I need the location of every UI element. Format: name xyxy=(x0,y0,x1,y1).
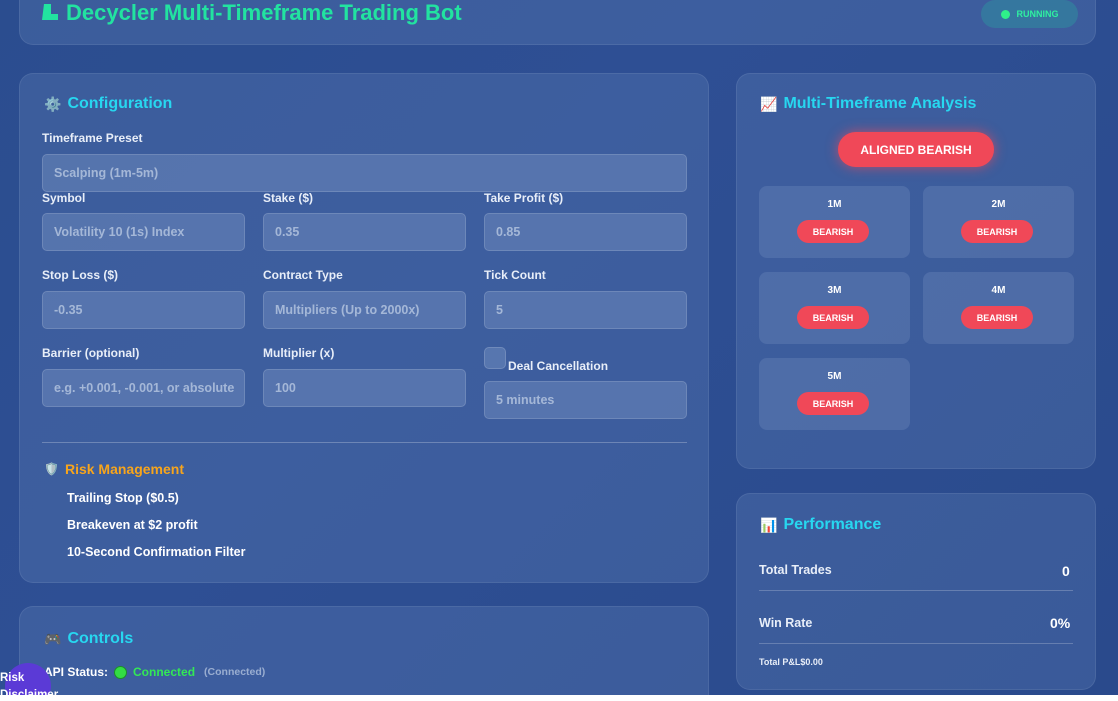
total-pnl-value: $0.00 xyxy=(800,657,823,667)
contract-type-label: Contract Type xyxy=(263,268,343,282)
risk-item: Breakeven at $2 profit xyxy=(67,518,198,532)
app-title: Decycler Multi-Timeframe Trading Bot xyxy=(40,0,462,26)
gamepad-icon: 🎮 xyxy=(44,630,62,647)
risk-management-title-text: Risk Management xyxy=(64,461,184,477)
risk-disclaimer-text[interactable]: Risk Disclaimer xyxy=(0,670,58,695)
config-divider xyxy=(42,442,687,443)
status-dot-icon xyxy=(114,665,128,679)
timeframe-card: 4M BEARISH xyxy=(923,272,1074,344)
total-trades-value: 0 xyxy=(1062,563,1070,579)
chart-increasing-icon: 📈 xyxy=(760,95,778,112)
running-status-badge: RUNNING xyxy=(981,0,1078,28)
total-pnl-row: Total P&L$0.00 xyxy=(759,657,823,667)
multiplier-label: Multiplier (x) xyxy=(263,346,335,360)
stop-loss-label: Stop Loss ($) xyxy=(42,268,119,282)
contract-type-select[interactable]: Multipliers (Up to 2000x) xyxy=(263,291,466,329)
aligned-signal-badge: ALIGNED BEARISH xyxy=(838,132,994,167)
barrier-label: Barrier (optional) xyxy=(42,346,140,360)
stake-input[interactable]: 0.35 xyxy=(263,213,466,251)
total-trades-label: Total Trades xyxy=(759,563,832,577)
timeframe-card: 2M BEARISH xyxy=(923,186,1074,258)
app-background: Decycler Multi-Timeframe Trading Bot RUN… xyxy=(0,0,1118,695)
timeframe-name: 1M xyxy=(827,199,842,210)
stop-loss-input[interactable]: -0.35 xyxy=(42,291,245,329)
total-pnl-label: Total P&L xyxy=(759,657,801,667)
gear-icon: ⚙️ xyxy=(44,95,62,112)
timeframe-name: 2M xyxy=(991,199,1006,210)
tick-count-input[interactable]: 5 xyxy=(484,291,687,329)
timeframe-name: 5M xyxy=(827,371,842,382)
timeframe-signal-badge: BEARISH xyxy=(797,392,869,415)
performance-title-text: Performance xyxy=(783,516,882,533)
risk-disclaimer-line2: Disclaimer xyxy=(0,689,59,695)
risk-management-title: 🛡️ Risk Management xyxy=(44,461,184,477)
status-dot-icon xyxy=(1000,9,1010,19)
timeframe-signal-badge: BEARISH xyxy=(961,306,1033,329)
timeframe-signal-badge: BEARISH xyxy=(961,220,1033,243)
perf-divider xyxy=(759,643,1073,644)
deal-cancellation-label: Deal Cancellation xyxy=(508,359,609,373)
take-profit-label: Take Profit ($) xyxy=(484,191,564,205)
take-profit-input[interactable]: 0.85 xyxy=(484,213,687,251)
bot-icon xyxy=(42,4,58,20)
timeframe-preset-select[interactable]: Scalping (1m-5m) xyxy=(42,154,687,192)
controls-title: 🎮 Controls xyxy=(44,630,133,648)
timeframe-name: 4M xyxy=(991,285,1006,296)
timeframe-preset-label: Timeframe Preset xyxy=(42,131,143,145)
timeframe-signal-badge: BEARISH xyxy=(797,306,869,329)
perf-divider xyxy=(759,590,1073,591)
timeframe-name: 3M xyxy=(827,285,842,296)
multiplier-input[interactable]: 100 xyxy=(263,369,466,407)
controls-panel xyxy=(19,606,709,695)
symbol-label: Symbol xyxy=(42,191,86,205)
analysis-title-text: Multi-Timeframe Analysis xyxy=(783,95,977,112)
risk-item: Trailing Stop ($0.5) xyxy=(67,491,179,505)
stake-label: Stake ($) xyxy=(263,191,314,205)
api-status-detail: (Connected) xyxy=(204,666,266,678)
deal-cancellation-checkbox[interactable] xyxy=(484,347,506,369)
timeframe-card: 3M BEARISH xyxy=(759,272,910,344)
barrier-input[interactable]: e.g. +0.001, -0.001, or absolute xyxy=(42,369,245,407)
timeframe-signal-badge: BEARISH xyxy=(797,220,869,243)
performance-title: 📊 Performance xyxy=(760,516,881,534)
timeframe-card: 1M BEARISH xyxy=(759,186,910,258)
win-rate-label: Win Rate xyxy=(759,616,813,630)
timeframe-card: 5M BEARISH xyxy=(759,358,910,430)
status-text: RUNNING xyxy=(1016,9,1059,19)
risk-disclaimer-line1: Risk xyxy=(0,672,25,684)
api-status-row: API Status: Connected (Connected) xyxy=(44,665,265,679)
shield-icon: 🛡️ xyxy=(44,462,59,476)
api-status-value: Connected xyxy=(133,665,196,679)
controls-title-text: Controls xyxy=(67,630,134,647)
configuration-title-text: Configuration xyxy=(67,95,173,112)
risk-item: 10-Second Confirmation Filter xyxy=(67,545,246,559)
app-title-text: Decycler Multi-Timeframe Trading Bot xyxy=(66,0,462,25)
deal-cancellation-select[interactable]: 5 minutes xyxy=(484,381,687,419)
analysis-title: 📈 Multi-Timeframe Analysis xyxy=(760,95,976,113)
win-rate-value: 0% xyxy=(1050,615,1071,631)
tick-count-label: Tick Count xyxy=(484,268,546,282)
configuration-title: ⚙️ Configuration xyxy=(44,95,172,113)
bar-chart-icon: 📊 xyxy=(760,516,778,533)
symbol-select[interactable]: Volatility 10 (1s) Index xyxy=(42,213,245,251)
